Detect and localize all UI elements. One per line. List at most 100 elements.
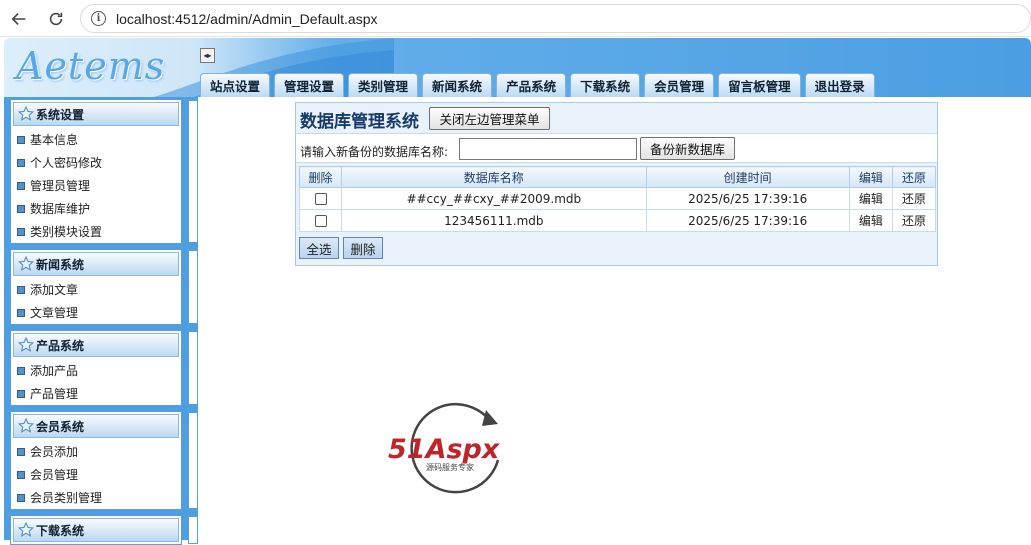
sidebar-item-label: 文章管理 (30, 306, 79, 320)
tab-members[interactable]: 会员管理 (644, 73, 715, 97)
menu-group-system: 系统设置 基本信息 个人密码修改 管理员管理 数据库维护 类别模块设置 (10, 99, 198, 244)
star-icon (18, 522, 34, 537)
tab-products[interactable]: 产品系统 (496, 73, 567, 97)
sidebar-item-label: 管理员管理 (30, 179, 91, 193)
tab-site-settings[interactable]: 站点设置 (200, 73, 271, 97)
sidebar-item-member-category[interactable]: 会员类别管理 (11, 486, 181, 509)
table-row: ##ccy_##cxy_##2009.mdb 2025/6/25 17:39:1… (298, 187, 937, 210)
sidebar-item-label: 会员管理 (30, 468, 79, 482)
square-bullet-icon (17, 227, 25, 236)
created-time-cell: 2025/6/25 17:39:16 (645, 209, 850, 232)
group-edge (188, 412, 198, 509)
watermark-circle-icon: 51Aspx 源码服务专家 (388, 402, 501, 494)
header-delete: 删除 (298, 166, 343, 188)
menu-group-products: 产品系统 添加产品 产品管理 (10, 330, 198, 406)
restore-link[interactable]: 还原 (891, 209, 937, 232)
info-icon[interactable]: i (91, 11, 106, 26)
database-table: 删除 数据库名称 创建时间 编辑 还原 ##ccy_##cxy_##2009.m… (298, 166, 937, 232)
header-created-time: 创建时间 (645, 166, 850, 188)
page-title: 数据库管理系统 (300, 112, 419, 132)
group-header-products[interactable]: 产品系统 (13, 333, 179, 357)
tab-news[interactable]: 新闻系统 (422, 73, 493, 97)
group-header-downloads[interactable]: 下载系统 (13, 518, 179, 542)
watermark-logo: 51Aspx 源码服务专家 (386, 402, 516, 494)
sidebar-item-category-modules[interactable]: 类别模块设置 (11, 220, 181, 243)
square-bullet-icon (17, 135, 25, 144)
sidebar-item-label: 数据库维护 (30, 202, 91, 216)
sidebar-item-label: 添加文章 (30, 283, 79, 297)
group-title: 下载系统 (36, 523, 85, 538)
group-edge (188, 331, 198, 405)
backup-database-button[interactable]: 备份新数据库 (640, 137, 735, 160)
square-bullet-icon (17, 158, 25, 167)
square-bullet-icon (17, 366, 25, 375)
edit-link[interactable]: 编辑 (848, 209, 893, 232)
back-button[interactable] (6, 6, 32, 32)
sidebar-item-password[interactable]: 个人密码修改 (11, 151, 181, 174)
watermark-brand: 51Aspx (388, 434, 501, 465)
tab-downloads[interactable]: 下载系统 (570, 73, 641, 97)
sidebar-item-member-manage[interactable]: 会员管理 (11, 463, 181, 486)
sidebar-item-label: 产品管理 (30, 387, 79, 401)
sidebar: 系统设置 基本信息 个人密码修改 管理员管理 数据库维护 类别模块设置 新闻系统… (4, 97, 198, 545)
created-time-cell: 2025/6/25 17:39:16 (645, 187, 850, 210)
sidebar-item-article-manage[interactable]: 文章管理 (11, 301, 181, 324)
tab-logout[interactable]: 退出登录 (804, 73, 875, 97)
star-icon (18, 337, 34, 352)
group-title: 新闻系统 (36, 257, 85, 272)
tab-admin-settings[interactable]: 管理设置 (274, 73, 345, 97)
tab-guestbook[interactable]: 留言板管理 (718, 73, 801, 97)
header-restore: 还原 (891, 166, 937, 188)
menu-group-members: 会员系统 会员添加 会员管理 会员类别管理 (10, 411, 198, 510)
sidebar-item-add-article[interactable]: 添加文章 (11, 278, 181, 301)
backup-name-label: 请输入新备份的数据库名称: (300, 145, 449, 159)
sidebar-item-product-manage[interactable]: 产品管理 (11, 382, 181, 405)
restore-link[interactable]: 还原 (891, 187, 937, 210)
group-edge (188, 100, 198, 243)
backup-row: 请输入新备份的数据库名称: 备份新数据库 (296, 133, 937, 163)
toggle-sidebar-icon[interactable]: ◂▸ (200, 48, 215, 63)
row-checkbox[interactable] (314, 215, 327, 227)
sidebar-item-label: 会员添加 (30, 445, 79, 459)
menu-group-news: 新闻系统 添加文章 文章管理 (10, 249, 198, 325)
backup-name-input[interactable] (459, 138, 637, 160)
group-header-members[interactable]: 会员系统 (13, 414, 179, 438)
sidebar-item-label: 会员类别管理 (30, 491, 103, 505)
reload-button[interactable] (43, 6, 69, 32)
square-bullet-icon (17, 493, 25, 502)
star-icon (18, 418, 34, 433)
select-all-button[interactable]: 全选 (299, 237, 339, 259)
sidebar-item-admins[interactable]: 管理员管理 (11, 174, 181, 197)
edit-link[interactable]: 编辑 (848, 187, 893, 210)
db-name-cell: ##ccy_##cxy_##2009.mdb (341, 187, 647, 210)
reload-icon (49, 12, 63, 26)
sidebar-item-add-product[interactable]: 添加产品 (11, 359, 181, 382)
address-bar[interactable]: i localhost:4512/admin/Admin_Default.asp… (80, 4, 1031, 33)
group-title: 系统设置 (36, 107, 85, 122)
group-edge (188, 250, 198, 324)
header-db-name: 数据库名称 (341, 166, 647, 188)
square-bullet-icon (17, 308, 25, 317)
row-checkbox[interactable] (314, 193, 327, 205)
delete-button[interactable]: 删除 (343, 237, 383, 259)
sidebar-item-database[interactable]: 数据库维护 (11, 197, 181, 220)
tab-category[interactable]: 类别管理 (348, 73, 419, 97)
group-header-system[interactable]: 系统设置 (13, 102, 179, 126)
square-bullet-icon (17, 181, 25, 190)
watermark-slogan: 源码服务专家 (426, 462, 474, 472)
star-icon (18, 256, 34, 271)
sidebar-item-basic-info[interactable]: 基本信息 (11, 128, 181, 151)
db-name-cell: 123456111.mdb (341, 209, 647, 232)
group-header-news[interactable]: 新闻系统 (13, 252, 179, 276)
sidebar-item-label: 类别模块设置 (30, 225, 103, 239)
sidebar-item-label: 添加产品 (30, 364, 79, 378)
square-bullet-icon (17, 204, 25, 213)
star-icon (18, 106, 34, 121)
logo: Aetems (16, 44, 166, 88)
close-left-menu-button[interactable]: 关闭左边管理菜单 (429, 107, 550, 130)
square-bullet-icon (17, 447, 25, 456)
sidebar-item-add-member[interactable]: 会员添加 (11, 440, 181, 463)
browser-toolbar: i localhost:4512/admin/Admin_Default.asp… (0, 0, 1031, 37)
menu-group-downloads: 下载系统 (10, 515, 198, 545)
row-checkbox-cell (298, 209, 343, 232)
